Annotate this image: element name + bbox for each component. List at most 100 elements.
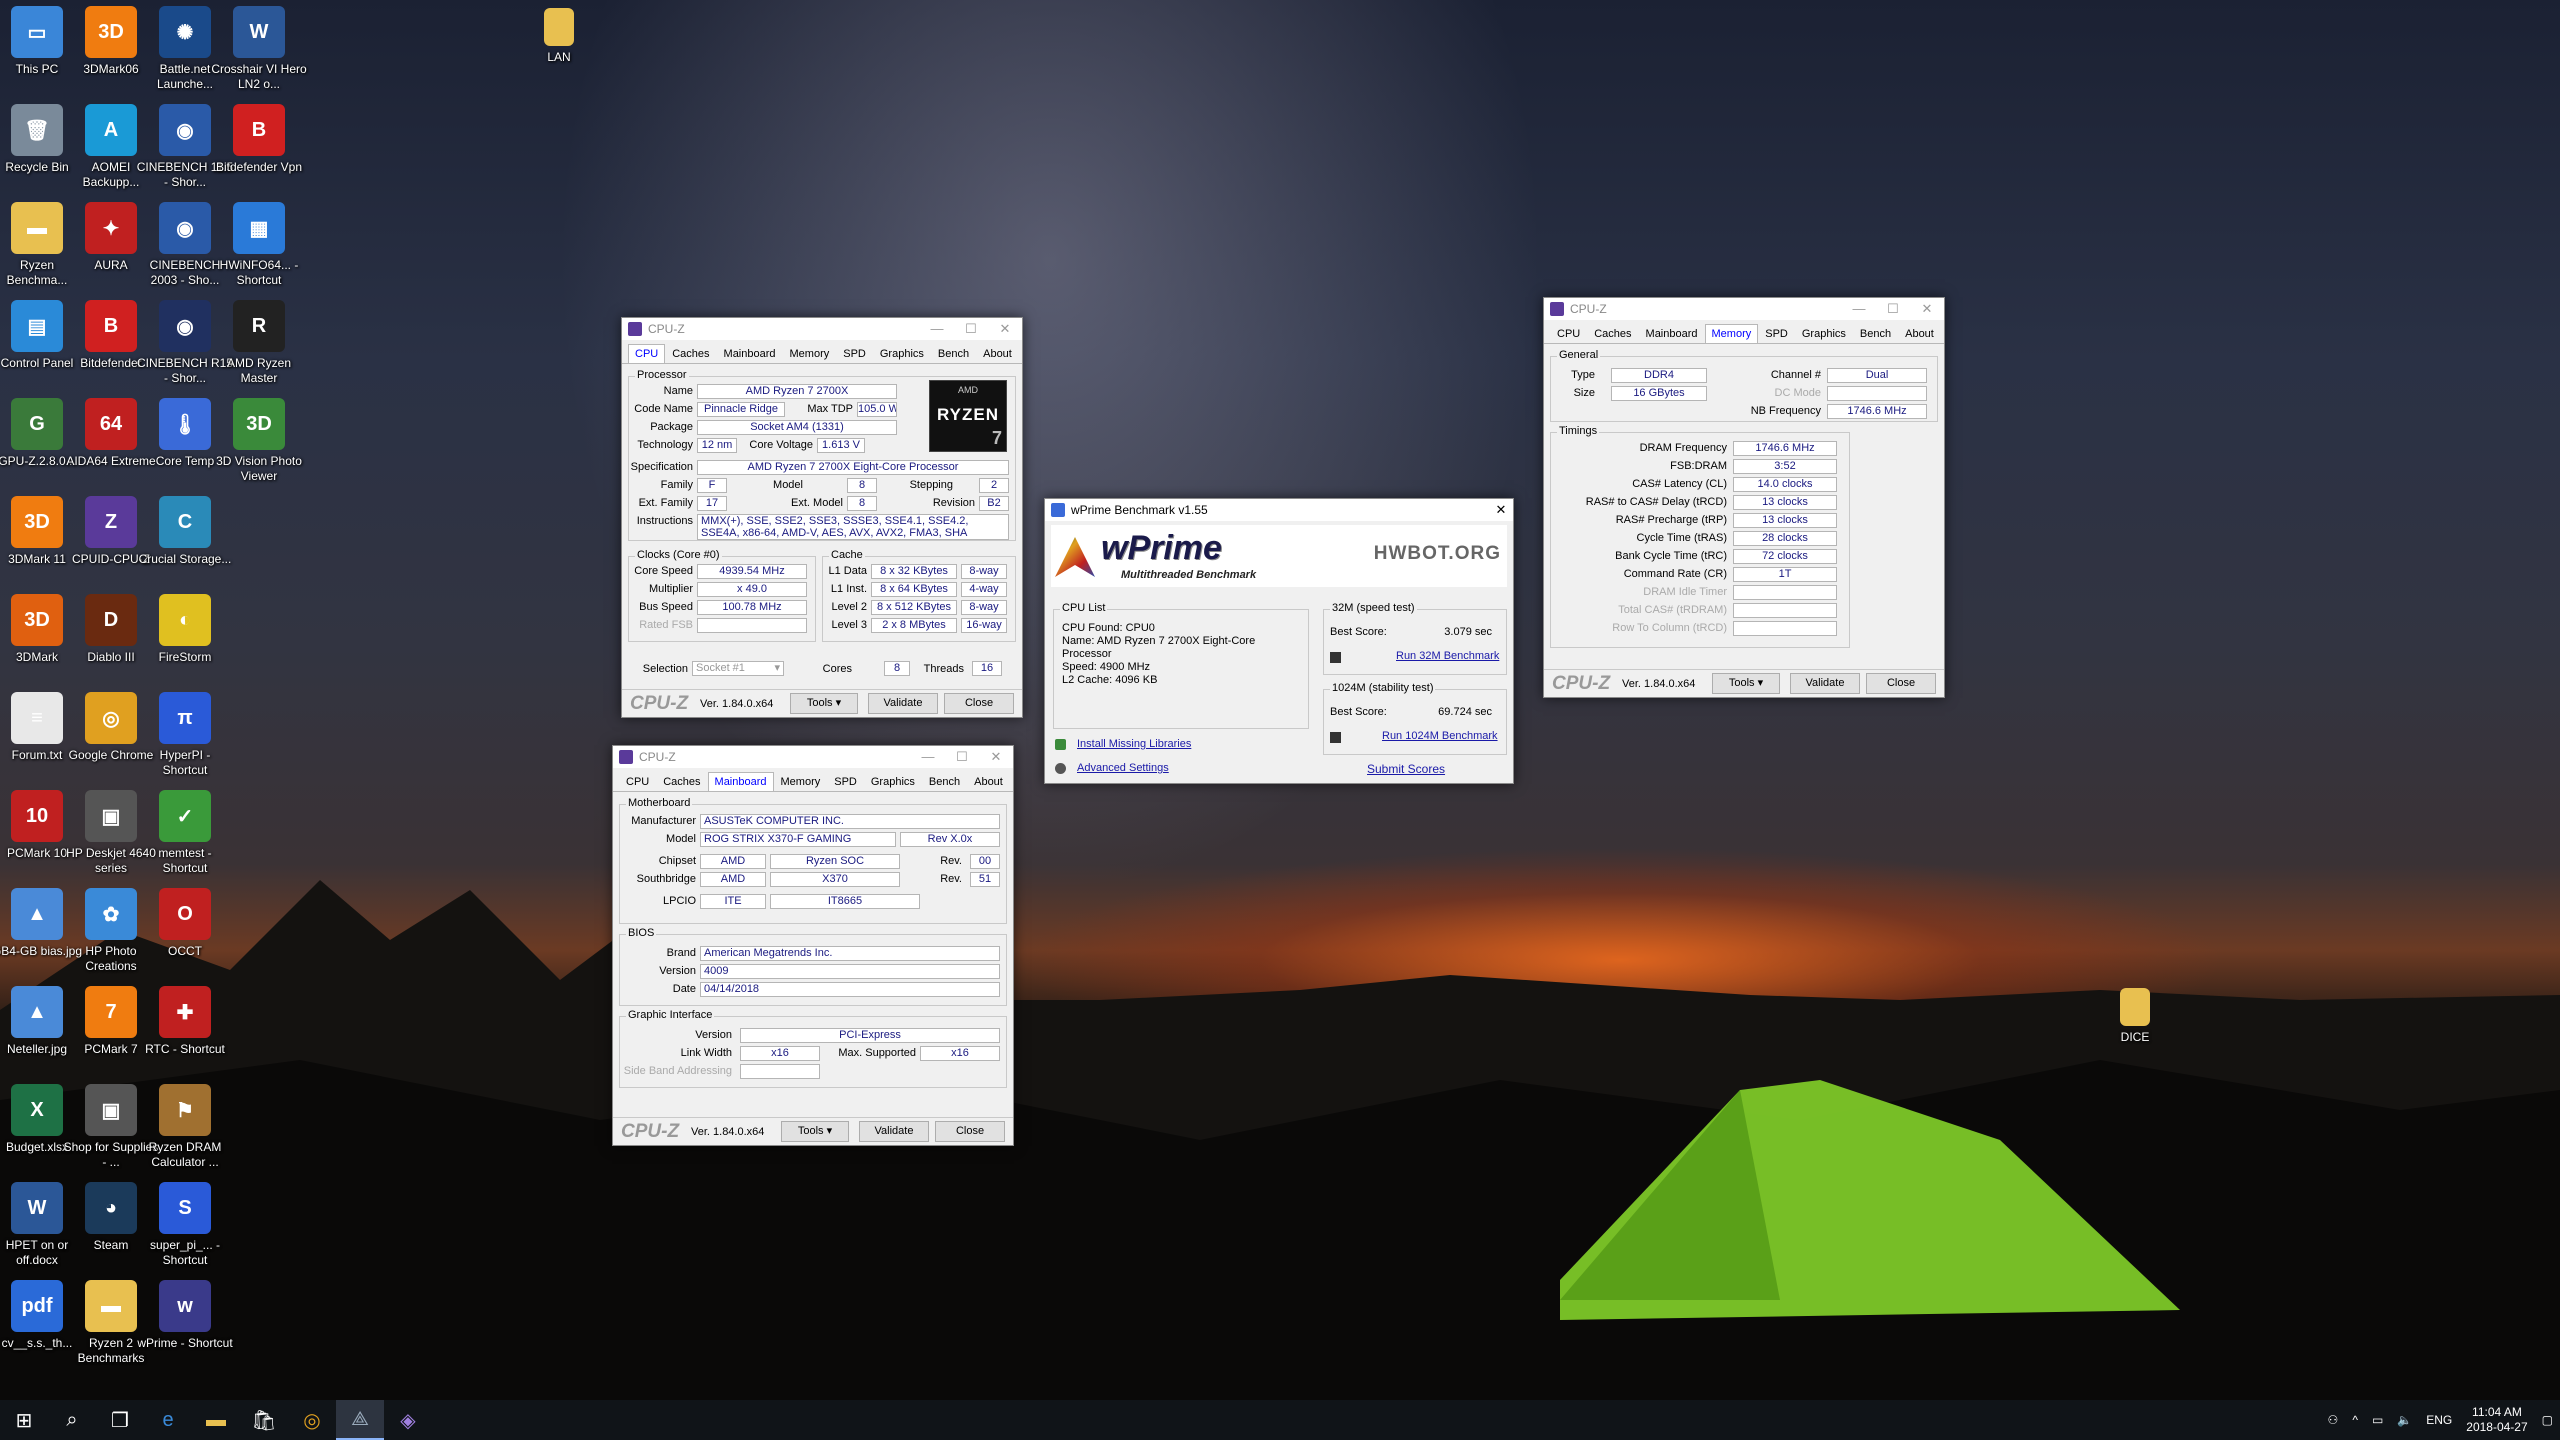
tab-cpu[interactable]: CPU (628, 344, 666, 363)
people-icon[interactable]: ⚇ (2328, 1413, 2339, 1427)
3dmark-icon: 3D (11, 496, 63, 548)
desktop-icon[interactable]: ◐ FireStorm (136, 594, 234, 665)
submit-scores-link[interactable]: Submit Scores (1367, 762, 1445, 776)
close-button[interactable]: ✕ (1489, 502, 1513, 518)
tab-graphics[interactable]: Graphics (873, 344, 931, 363)
close-button[interactable]: ✕ (1910, 301, 1944, 317)
chrome-button[interactable]: ◎ (288, 1400, 336, 1440)
cpuz-taskbar-button[interactable]: ◈ (384, 1400, 432, 1440)
tab-cpu[interactable]: CPU (1550, 324, 1587, 343)
minimize-button[interactable]: — (1842, 301, 1876, 317)
tab-mainboard[interactable]: Mainboard (717, 344, 783, 363)
desktop-icon[interactable]: ▦ HWiNFO64... - Shortcut (210, 202, 308, 288)
maximize-button[interactable]: ☐ (954, 321, 988, 337)
desktop-icon[interactable]: O OCCT (136, 888, 234, 959)
word-doc-icon: W (11, 1182, 63, 1234)
desktop-icon[interactable]: W Crosshair VI Hero LN2 o... (210, 6, 308, 92)
tab-caches[interactable]: Caches (656, 772, 707, 791)
store-button[interactable]: 🛍 (240, 1400, 288, 1440)
tab-memory[interactable]: Memory (783, 344, 837, 363)
install-libraries-link[interactable]: Install Missing Libraries (1077, 738, 1191, 750)
task-view-button[interactable]: ❐ (96, 1400, 144, 1440)
tab-bench[interactable]: Bench (931, 344, 976, 363)
tab-graphics[interactable]: Graphics (1795, 324, 1853, 343)
tab-caches[interactable]: Caches (665, 344, 716, 363)
desktop-icon[interactable]: ⚑ Ryzen DRAM Calculator ... (136, 1084, 234, 1170)
tab-bench[interactable]: Bench (1853, 324, 1898, 343)
volume-icon[interactable]: 🔈 (2397, 1413, 2412, 1427)
core-temp-icon: 🌡 (159, 398, 211, 450)
taskbar: ⊞ ⌕ ❐ e ▬ 🛍 ◎ ⟁ ◈ ⚇ ^ ▭ 🔈 ENG 11:04 AM 2… (0, 1400, 2560, 1440)
search-button[interactable]: ⌕ (48, 1400, 96, 1440)
desktop-icon[interactable]: Ssuper_pi_... - Shortcut (136, 1182, 234, 1268)
language-indicator[interactable]: ENG (2426, 1413, 2452, 1427)
tab-bench[interactable]: Bench (922, 772, 967, 791)
cpuz-footer: CPU-Z Ver. 1.84.0.x64 Tools ▾ Validate C… (613, 1117, 1013, 1145)
edge-button[interactable]: e (144, 1400, 192, 1440)
tab-spd[interactable]: SPD (827, 772, 864, 791)
title-bar[interactable]: wPrime Benchmark v1.55 ✕ (1045, 499, 1513, 521)
desktop-icon-dice[interactable]: DICE (2086, 988, 2184, 1045)
tab-spd[interactable]: SPD (836, 344, 873, 363)
firestorm-icon: ◐ (159, 594, 211, 646)
tab-cpu[interactable]: CPU (619, 772, 656, 791)
socket-select[interactable]: Socket #1 ▾ (692, 661, 784, 676)
title-bar[interactable]: CPU-Z — ☐ ✕ (1544, 298, 1944, 320)
tab-graphics[interactable]: Graphics (864, 772, 922, 791)
maximize-button[interactable]: ☐ (945, 749, 979, 765)
close-button[interactable]: Close (944, 693, 1014, 714)
tools-button[interactable]: Tools ▾ (1712, 673, 1780, 694)
desktop-icon[interactable]: C Crucial Storage... (136, 496, 234, 567)
maximize-button[interactable]: ☐ (1876, 301, 1910, 317)
minimize-button[interactable]: — (920, 321, 954, 337)
validate-button[interactable]: Validate (1790, 673, 1860, 694)
side-band-value (740, 1064, 820, 1079)
desktop-icon[interactable]: w wPrime - Shortcut (136, 1280, 234, 1351)
title-bar[interactable]: CPU-Z — ☐ ✕ (613, 746, 1013, 768)
tools-button[interactable]: Tools ▾ (781, 1121, 849, 1142)
tab-mainboard[interactable]: Mainboard (707, 772, 774, 791)
tab-memory[interactable]: Memory (774, 772, 828, 791)
dram-calc-icon: ⚑ (159, 1084, 211, 1136)
close-button[interactable]: Close (935, 1121, 1005, 1142)
network-icon[interactable]: ▭ (2372, 1413, 2383, 1427)
validate-button[interactable]: Validate (859, 1121, 929, 1142)
desktop-icon-lan[interactable]: LAN (510, 8, 608, 65)
clock[interactable]: 11:04 AM 2018-04-27 (2466, 1405, 2527, 1435)
notifications-icon[interactable]: ▢ (2542, 1413, 2553, 1427)
tab-about[interactable]: About (976, 344, 1019, 363)
wprime-taskbar-button[interactable]: ⟁ (336, 1400, 384, 1440)
validate-button[interactable]: Validate (868, 693, 938, 714)
tab-about[interactable]: About (1898, 324, 1941, 343)
title-bar[interactable]: CPU-Z — ☐ ✕ (622, 318, 1022, 340)
word-doc-icon: W (233, 6, 285, 58)
control-panel-icon: ▤ (11, 300, 63, 352)
tab-caches[interactable]: Caches (1587, 324, 1638, 343)
tab-spd[interactable]: SPD (1758, 324, 1795, 343)
desktop-icon[interactable]: 3D 3D Vision Photo Viewer (210, 398, 308, 484)
desktop-icon[interactable]: ✓ memtest - Shortcut (136, 790, 234, 876)
close-button[interactable]: ✕ (979, 749, 1013, 765)
chevron-up-icon[interactable]: ^ (2352, 1413, 2358, 1427)
advanced-settings-link[interactable]: Advanced Settings (1077, 762, 1169, 774)
desktop-icon[interactable]: B Bitdefender Vpn (210, 104, 308, 175)
run-1024m-link[interactable]: Run 1024M Benchmark (1382, 730, 1498, 742)
close-button[interactable]: ✕ (988, 321, 1022, 337)
desktop-icon[interactable]: ✚ RTC - Shortcut (136, 986, 234, 1057)
start-button[interactable]: ⊞ (0, 1400, 48, 1440)
minimize-button[interactable]: — (911, 749, 945, 765)
cpu-list-box[interactable]: CPU Found: CPU0 Name: AMD Ryzen 7 2700X … (1058, 618, 1304, 724)
tab-memory[interactable]: Memory (1704, 324, 1759, 343)
image-file-icon: ▲ (11, 888, 63, 940)
chevron-down-icon: ▾ (774, 662, 780, 674)
close-button[interactable]: Close (1866, 673, 1936, 694)
file-explorer-button[interactable]: ▬ (192, 1400, 240, 1440)
settings-icon (1055, 763, 1066, 774)
tools-button[interactable]: Tools ▾ (790, 693, 858, 714)
run-32m-link[interactable]: Run 32M Benchmark (1396, 650, 1499, 662)
desktop-icon[interactable]: π HyperPI - Shortcut (136, 692, 234, 778)
desktop-icon[interactable]: R AMD Ryzen Master (210, 300, 308, 386)
timing-value: 1746.6 MHz (1733, 441, 1837, 456)
tab-about[interactable]: About (967, 772, 1010, 791)
tab-mainboard[interactable]: Mainboard (1639, 324, 1705, 343)
